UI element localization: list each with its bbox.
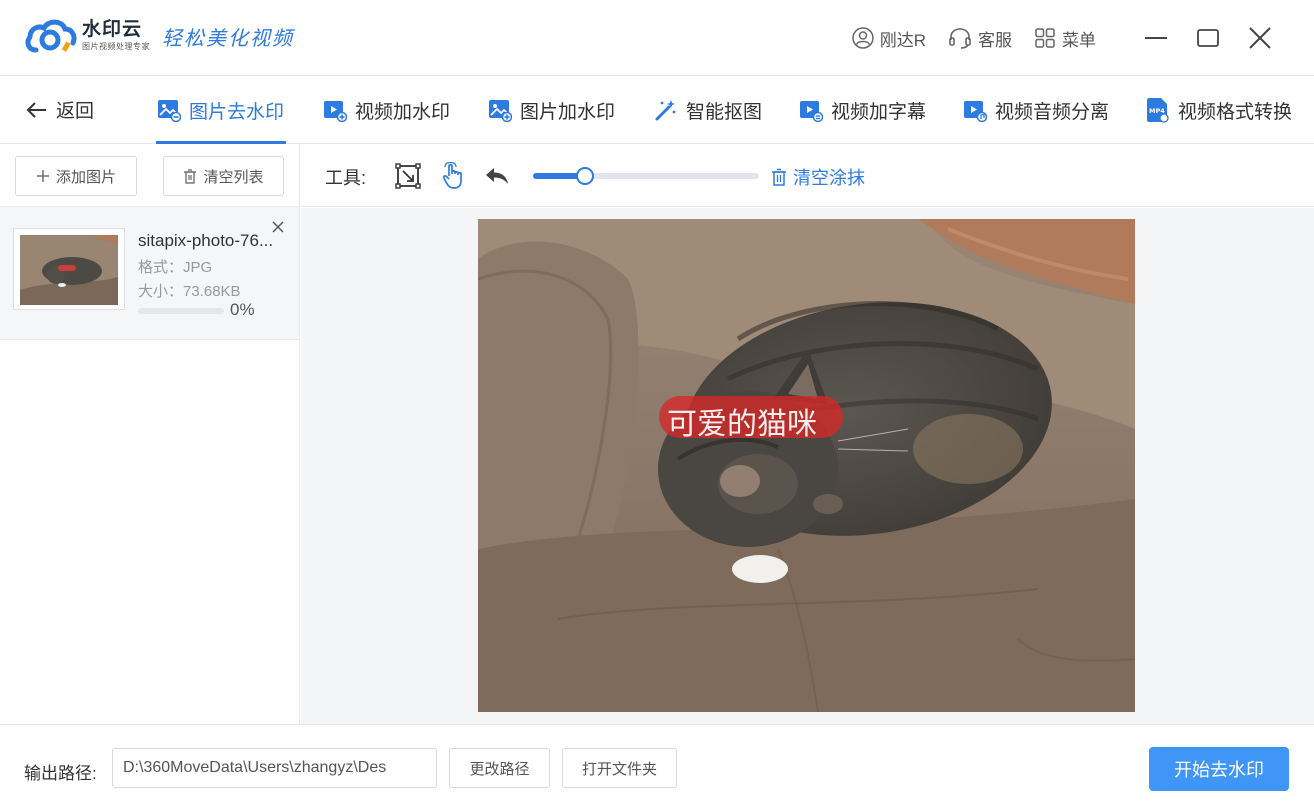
- clear-list-label: 清空列表: [203, 168, 264, 186]
- cloud-logo-icon: [24, 16, 78, 56]
- tool-bar: 工具: 清空涂抹: [301, 144, 1314, 207]
- app-logo: 水印云 图片视频处理专家: [24, 16, 150, 56]
- cat-photo: [478, 219, 1135, 712]
- clear-list-button[interactable]: 清空列表: [163, 156, 284, 196]
- tab-video-format-convert[interactable]: MP4 视频格式转换: [1146, 96, 1292, 124]
- bottom-bar: 输出路径: 更改路径 打开文件夹 开始去水印: [0, 724, 1314, 810]
- slider-handle[interactable]: [575, 167, 594, 185]
- image-remove-icon: [158, 100, 181, 122]
- selection-tool-button[interactable]: [394, 162, 422, 190]
- tab-label: 智能抠图: [686, 101, 763, 123]
- magic-wand-icon: [655, 100, 676, 121]
- plus-icon: [36, 170, 49, 182]
- watermark-text: 可爱的猫咪: [667, 408, 817, 441]
- add-image-button[interactable]: 添加图片: [15, 156, 137, 196]
- customer-service-button[interactable]: 客服: [948, 26, 1012, 51]
- file-size: 大小：73.68KB: [138, 283, 241, 300]
- minimize-button[interactable]: [1142, 24, 1170, 52]
- remove-file-icon[interactable]: [270, 219, 286, 235]
- file-progress-bar: [138, 308, 224, 314]
- tab-smart-cutout[interactable]: 智能抠图: [654, 96, 762, 124]
- resize-select-icon: [395, 163, 421, 189]
- user-icon: [851, 27, 874, 49]
- maximize-icon: [1197, 29, 1219, 47]
- menu-label: 菜单: [1062, 30, 1096, 50]
- file-list-item[interactable]: sitapix-photo-76... 格式：JPG 大小：73.68KB: [0, 207, 299, 340]
- file-list-panel: 添加图片 清空列表 sitapix-photo-76... 格式：JPG 大小：…: [0, 144, 300, 724]
- output-path-label: 输出路径:: [24, 764, 97, 783]
- tab-image-remove-watermark[interactable]: 图片去水印: [157, 96, 284, 124]
- change-path-button[interactable]: 更改路径: [449, 748, 550, 788]
- tab-label: 视频加水印: [355, 101, 451, 123]
- app-name: 水印云: [82, 19, 143, 40]
- start-remove-watermark-button[interactable]: 开始去水印: [1149, 747, 1289, 791]
- photo-preview[interactable]: 可爱的猫咪: [478, 219, 1135, 712]
- tab-image-add-watermark[interactable]: 图片加水印: [488, 96, 615, 124]
- file-name: sitapix-photo-76...: [138, 231, 274, 250]
- change-path-label: 更改路径: [469, 760, 530, 778]
- tab-video-subtitle[interactable]: 视频加字幕: [799, 96, 926, 124]
- arrow-left-icon: [26, 101, 46, 118]
- video-audio-icon: [964, 101, 987, 122]
- grid-menu-icon: [1035, 28, 1055, 48]
- back-label: 返回: [56, 101, 95, 122]
- tab-video-audio-separation[interactable]: 视频音频分离: [963, 96, 1109, 124]
- open-folder-button[interactable]: 打开文件夹: [562, 748, 677, 788]
- close-icon: [1249, 27, 1271, 49]
- app-subtitle: 图片视频处理专家: [82, 42, 150, 51]
- service-label: 客服: [978, 30, 1012, 50]
- tab-label: 视频格式转换: [1178, 101, 1293, 123]
- undo-icon: [486, 168, 508, 184]
- video-subtitle-icon: [800, 101, 823, 122]
- tab-label: 视频加字幕: [831, 101, 927, 123]
- clear-paint-button[interactable]: 清空涂抹: [771, 164, 865, 190]
- hand-tool-button[interactable]: [440, 162, 468, 190]
- video-add-icon: [324, 101, 347, 122]
- tab-label: 图片去水印: [189, 101, 285, 123]
- tab-video-add-watermark[interactable]: 视频加水印: [323, 96, 450, 124]
- tab-label: 图片加水印: [520, 101, 616, 123]
- add-image-label: 添加图片: [55, 168, 116, 186]
- open-folder-label: 打开文件夹: [581, 760, 657, 778]
- trash-icon: [184, 168, 197, 184]
- output-path-input[interactable]: [112, 748, 437, 788]
- file-progress-percent: 0%: [230, 300, 255, 319]
- feature-nav: 返回 图片去水印 视频加水印 图片加水印 智能抠图 视频加字幕 视频音频分离 M…: [0, 76, 1314, 144]
- tab-label: 视频音频分离: [995, 101, 1110, 123]
- undo-button[interactable]: [483, 162, 511, 190]
- clear-paint-label: 清空涂抹: [793, 168, 865, 188]
- brush-size-slider[interactable]: [533, 167, 759, 185]
- image-canvas: 可爱的猫咪: [301, 208, 1314, 724]
- minimize-icon: [1145, 37, 1167, 39]
- maximize-button[interactable]: [1194, 24, 1222, 52]
- trash-icon: [772, 168, 786, 186]
- file-thumbnail: [13, 228, 125, 310]
- start-label: 开始去水印: [1174, 760, 1264, 780]
- menu-button[interactable]: 菜单: [1034, 26, 1096, 51]
- user-name: 刚达R: [879, 30, 926, 50]
- app-slogan: 轻松美化视频: [162, 26, 294, 50]
- file-format: 格式：JPG: [138, 259, 213, 276]
- headset-icon: [949, 28, 971, 49]
- title-bar: 水印云 图片视频处理专家 轻松美化视频 刚达R 客服 菜单: [0, 0, 1314, 76]
- tool-label: 工具:: [325, 168, 367, 188]
- user-account[interactable]: 刚达R: [851, 26, 926, 51]
- close-window-button[interactable]: [1246, 24, 1274, 52]
- hand-pointer-icon: [442, 162, 462, 189]
- mp4-icon: MP4: [1147, 98, 1169, 123]
- image-add-icon: [489, 100, 512, 122]
- back-button[interactable]: 返回: [26, 96, 94, 123]
